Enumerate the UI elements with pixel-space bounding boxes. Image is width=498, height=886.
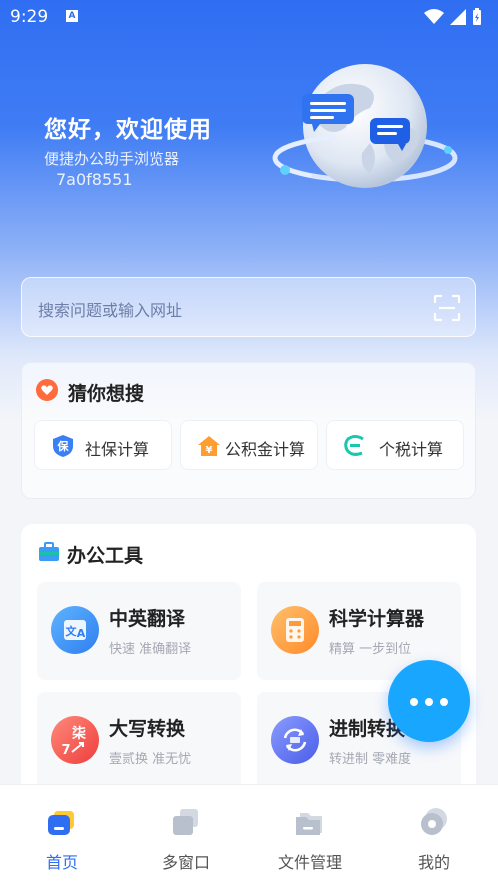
tool-desc: 快速 准确翻译 (109, 642, 192, 657)
income-tax-icon (344, 435, 364, 456)
tool-desc: 精算 一步到位 (329, 642, 412, 657)
scan-icon[interactable] (433, 294, 461, 322)
office-title: 办公工具 (67, 545, 144, 567)
device-id: 7a0f8551 (56, 170, 133, 189)
chip-label: 社保计算 (85, 440, 150, 459)
more-dot (425, 698, 433, 706)
chip-label: 公积金计算 (225, 440, 306, 459)
status-time: 9:29 (10, 7, 49, 27)
nav-profile[interactable]: 我的 (372, 785, 496, 886)
chip-label: 个税计算 (379, 440, 444, 459)
search-placeholder: 搜索问题或输入网址 (38, 301, 183, 320)
wifi-icon (424, 9, 444, 24)
nav-label: 文件管理 (277, 853, 342, 872)
battery-icon (473, 8, 481, 25)
tool-desc: 转进制 零难度 (329, 752, 412, 767)
nav-label: 首页 (45, 853, 78, 872)
nav-file-manager[interactable]: 文件管理 (248, 785, 372, 886)
toolbox-icon (39, 542, 59, 561)
office-tools-card: 办公工具 文A 中英翻译 快速 准确翻译 科学计算器 精算 一步到位 柒7 大写… (21, 524, 476, 804)
housing-fund-icon: ¥ (198, 436, 220, 456)
heart-icon (36, 379, 58, 401)
nav-multi-window[interactable]: 多窗口 (124, 785, 248, 886)
uppercase-convert-icon: 柒7 (51, 716, 99, 764)
tool-name: 大写转换 (109, 718, 186, 740)
hero-subtitle: 便捷办公助手浏览器 (44, 150, 180, 168)
chip-social-security[interactable]: 保 社保计算 (34, 420, 172, 470)
notification-icon: A (66, 10, 78, 22)
tool-name: 科学计算器 (329, 608, 425, 630)
profile-icon (421, 808, 447, 835)
more-fab-button[interactable] (388, 660, 470, 742)
guess-title: 猜你想搜 (68, 383, 145, 405)
tool-translate[interactable]: 文A 中英翻译 快速 准确翻译 (37, 582, 241, 680)
tool-desc: 壹贰换 准无忧 (109, 752, 192, 767)
svg-text:文: 文 (66, 624, 78, 638)
bottom-nav: 首页 多窗口 文件管理 我的 (0, 784, 498, 886)
folder-icon (296, 813, 322, 835)
tool-name: 中英翻译 (109, 608, 186, 630)
home-icon (48, 811, 74, 835)
svg-text:A: A (77, 627, 86, 640)
translate-icon: 文A (51, 606, 99, 654)
svg-text:柒: 柒 (71, 725, 87, 742)
greeting-title: 您好，欢迎使用 (44, 117, 212, 143)
svg-text:¥: ¥ (206, 445, 213, 456)
nav-label: 我的 (417, 853, 450, 872)
guess-search-card: 猜你想搜 保 社保计算 ¥ 公积金计算 个税计算 (21, 362, 476, 499)
multi-window-icon (173, 809, 198, 835)
search-bar[interactable]: 搜索问题或输入网址 (21, 277, 476, 337)
chip-housing-fund[interactable]: ¥ 公积金计算 (180, 420, 318, 470)
nav-label: 多窗口 (161, 853, 210, 872)
globe-chat-icon (272, 64, 458, 188)
status-icons (424, 8, 482, 26)
more-dot (410, 698, 418, 706)
calculator-icon (271, 606, 319, 654)
svg-text:保: 保 (57, 439, 70, 453)
base-convert-icon (271, 716, 319, 764)
signal-icon (450, 9, 466, 25)
status-bar: 9:29 A (0, 0, 498, 34)
social-security-icon: 保 (53, 435, 73, 457)
more-dot (440, 698, 448, 706)
svg-text:7: 7 (61, 743, 70, 758)
nav-home[interactable]: 首页 (0, 785, 124, 886)
tool-uppercase[interactable]: 柒7 大写转换 壹贰换 准无忧 (37, 692, 241, 790)
chip-income-tax[interactable]: 个税计算 (326, 420, 464, 470)
